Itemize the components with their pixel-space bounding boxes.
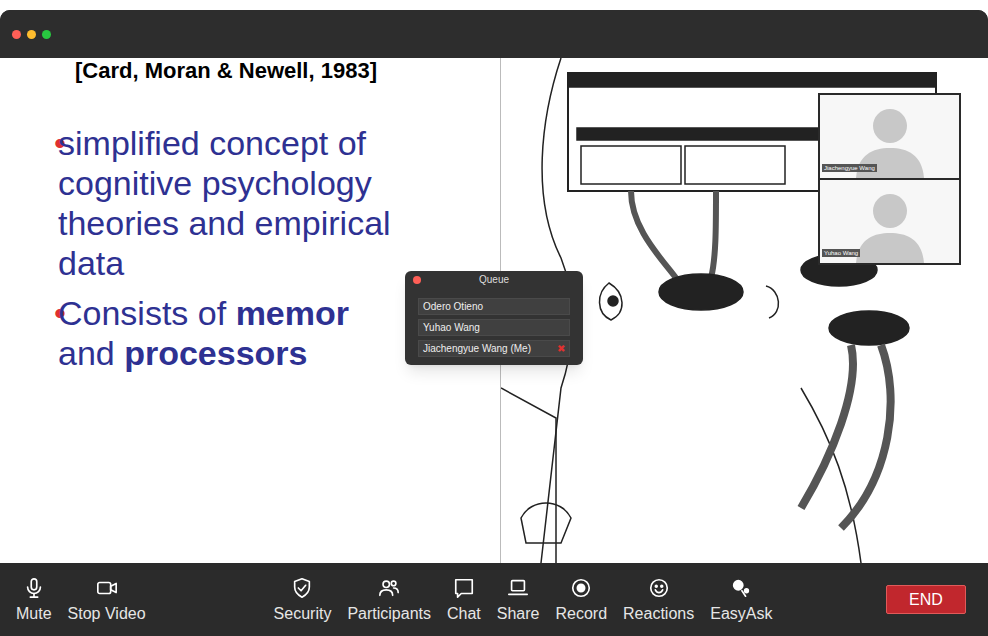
toolbar-label: Security	[274, 605, 332, 623]
meeting-toolbar: Mute Stop Video Security Participants Chat Sh…	[0, 563, 988, 636]
toolbar-button[interactable]: Share	[491, 576, 546, 623]
toolbar-button[interactable]: Participants	[341, 576, 437, 623]
toolbar-button[interactable]: EasyAsk	[704, 576, 778, 623]
meeting-window: [Card, Moran & Newell, 1983] •simplified …	[0, 10, 988, 636]
bullet-line: cognitive psychology	[58, 163, 391, 203]
slide-title: [Card, Moran & Newell, 1983]	[0, 58, 500, 84]
bullet-segment: theories and empirical	[58, 204, 391, 242]
participant-name: Jiachengyue Wang	[822, 164, 877, 172]
toolbar-button[interactable]: Security	[268, 576, 338, 623]
video-tile[interactable]: Yuhao Wang	[820, 180, 959, 263]
participant-name: Yuhao Wang	[822, 249, 860, 257]
bullet-line: data	[58, 243, 391, 283]
toolbar-center-4-icon	[569, 576, 593, 600]
toolbar-label: Stop Video	[68, 605, 146, 623]
avatar-icon	[850, 185, 930, 263]
toolbar-center-0-icon	[290, 576, 314, 600]
queue-entry-name: Odero Otieno	[423, 301, 483, 313]
queue-entry: Jiachengyue Wang (Me) ✖	[418, 340, 570, 357]
bullet-line: theories and empirical	[58, 203, 391, 243]
video-tile[interactable]: Jiachengyue Wang	[820, 95, 959, 178]
toolbar-left: Mute Stop Video	[10, 576, 152, 623]
end-label: END	[909, 591, 943, 609]
bullet-segment: data	[58, 244, 124, 282]
toolbar-label: Record	[555, 605, 607, 623]
toolbar-left-0-icon	[22, 576, 46, 600]
toolbar-label: EasyAsk	[710, 605, 772, 623]
queue-entry-name: Jiachengyue Wang (Me)	[423, 343, 531, 355]
bullet-segment: simplified concept of	[58, 124, 366, 162]
queue-entry: Odero Otieno	[418, 298, 570, 315]
queue-header: Queue	[405, 271, 583, 289]
toolbar-button[interactable]: Chat	[441, 576, 487, 623]
bullet-segment: and	[58, 334, 124, 372]
queue-list: Odero Otieno Yuhao Wang Jiachengyue Wang (…	[405, 289, 583, 357]
bullet-segment: cognitive psychology	[58, 164, 372, 202]
bullet-line: simplified concept of	[58, 123, 391, 163]
bullet-segment: processors	[124, 334, 307, 372]
toolbar-label: Mute	[16, 605, 52, 623]
remove-icon[interactable]: ✖	[557, 343, 565, 355]
end-button[interactable]: END	[886, 585, 966, 614]
toolbar-center-5-icon	[647, 576, 671, 600]
bullet-item: •simplified concept ofcognitive psycholo…	[0, 123, 500, 283]
bullet-line: Consists of memor	[58, 293, 349, 333]
toolbar-label: Participants	[347, 605, 431, 623]
bullet-line: and processors	[58, 333, 349, 373]
shared-slide: [Card, Moran & Newell, 1983] •simplified …	[0, 58, 988, 563]
toolbar-center: Security Participants Chat Share Record React…	[268, 576, 779, 623]
video-tiles: Jiachengyue Wang Yuhao Wang	[818, 93, 961, 265]
toolbar-left-1-icon	[95, 576, 119, 600]
bullet-segment: Consists of	[58, 294, 236, 332]
queue-entry: Yuhao Wang	[418, 319, 570, 336]
queue-title: Queue	[479, 274, 509, 286]
close-dot-icon[interactable]	[12, 30, 21, 39]
minimize-dot-icon[interactable]	[27, 30, 36, 39]
toolbar-button[interactable]: Stop Video	[62, 576, 152, 623]
queue-popup: Queue Odero Otieno Yuhao Wang Jiachengyue W…	[405, 271, 583, 365]
bullet-text: Consists of memorand processors	[58, 293, 349, 373]
toolbar-label: Reactions	[623, 605, 694, 623]
toolbar-label: Chat	[447, 605, 481, 623]
toolbar-label: Share	[497, 605, 540, 623]
toolbar-center-2-icon	[452, 576, 476, 600]
title-bar	[0, 10, 988, 58]
queue-entry-name: Yuhao Wang	[423, 322, 480, 334]
zoom-dot-icon[interactable]	[42, 30, 51, 39]
toolbar-center-3-icon	[506, 576, 530, 600]
close-dot-icon[interactable]	[413, 276, 421, 284]
toolbar-center-1-icon	[377, 576, 401, 600]
toolbar-center-6-icon	[729, 576, 753, 600]
toolbar-button[interactable]: Record	[549, 576, 613, 623]
bullet-text: simplified concept ofcognitive psycholog…	[58, 123, 391, 283]
toolbar-button[interactable]: Mute	[10, 576, 58, 623]
toolbar-button[interactable]: Reactions	[617, 576, 700, 623]
bullet-segment: memor	[236, 294, 349, 332]
